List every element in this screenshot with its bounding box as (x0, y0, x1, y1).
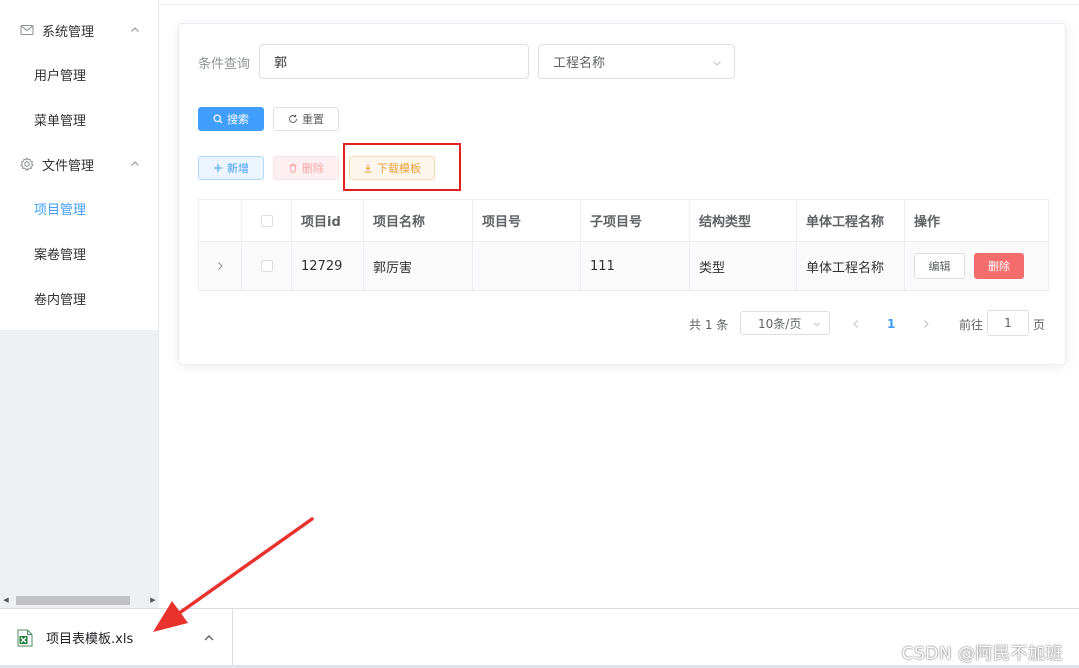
cell-actions: 编辑 删除 (905, 242, 1048, 290)
column-header: 项目号 (473, 200, 581, 241)
chevron-down-icon (813, 320, 821, 328)
column-header: 项目名称 (364, 200, 473, 241)
page-size-select[interactable]: 10条/页 (740, 311, 830, 335)
sidebar-item-volumes[interactable]: 卷内管理 (0, 276, 158, 321)
menu-group-system[interactable]: 系统管理 (0, 8, 158, 52)
sidebar-menu: 系统管理 用户管理 菜单管理 文件管理 项目管理 案卷管理 卷内管理 (0, 0, 158, 330)
cell-project-no (473, 242, 581, 290)
chevron-up-icon (130, 25, 140, 35)
sidebar: 系统管理 用户管理 菜单管理 文件管理 项目管理 案卷管理 卷内管理 ◀ ▶ (0, 0, 159, 608)
search-input[interactable] (259, 44, 529, 79)
scroll-right-icon[interactable]: ▶ (147, 592, 159, 608)
scrollbar-track[interactable] (12, 592, 147, 608)
search-label: 条件查询 (198, 57, 251, 72)
chevron-right-icon[interactable] (215, 261, 225, 271)
project-table: 项目id 项目名称 项目号 子项目号 结构类型 单体工程名称 操作 12729 … (198, 199, 1049, 291)
cell-project-id: 12729 (292, 242, 364, 290)
expand-column-header (199, 200, 242, 241)
edit-button[interactable]: 编辑 (914, 253, 965, 279)
sidebar-item-menus[interactable]: 菜单管理 (0, 97, 158, 142)
trash-icon (288, 163, 298, 173)
column-header: 子项目号 (581, 200, 690, 241)
sidebar-item-projects[interactable]: 项目管理 (0, 186, 158, 231)
header-divider (160, 0, 1079, 5)
select-all-cell[interactable] (242, 200, 292, 241)
chevron-up-icon (130, 159, 140, 169)
cell-structure-type: 类型 (690, 242, 797, 290)
reset-button-label: 重置 (302, 113, 324, 126)
search-field-select[interactable]: 工程名称 (538, 44, 735, 79)
cell-sub-project-no: 111 (581, 242, 690, 290)
column-header: 结构类型 (690, 200, 797, 241)
cell-unit-name: 单体工程名称 (797, 242, 905, 290)
cell-project-name: 郭厉害 (364, 242, 473, 290)
page-number-current[interactable]: 1 (887, 311, 895, 337)
chevron-down-icon (712, 58, 722, 68)
table-row: 12729 郭厉害 111 类型 单体工程名称 编辑 删除 (199, 242, 1048, 290)
sidebar-item-dossiers[interactable]: 案卷管理 (0, 231, 158, 276)
refresh-icon (288, 114, 298, 124)
select-all-checkbox[interactable] (260, 214, 273, 227)
plus-icon (213, 163, 223, 173)
prev-page-icon[interactable] (851, 311, 863, 337)
reset-button[interactable]: 重置 (273, 107, 339, 131)
column-header: 操作 (914, 215, 941, 230)
row-expand-cell[interactable] (199, 242, 242, 290)
sidebar-horizontal-scrollbar[interactable]: ◀ ▶ (0, 592, 159, 608)
watermark: CSDN @阿民不加班 (901, 644, 1063, 664)
excel-file-icon (17, 629, 33, 647)
scroll-left-icon[interactable]: ◀ (0, 592, 12, 608)
download-file-name: 项目表模板.xls (46, 632, 134, 647)
chevron-up-icon[interactable] (203, 632, 215, 644)
goto-page-input[interactable] (987, 310, 1029, 336)
search-icon (213, 114, 223, 124)
row-checkbox[interactable] (260, 260, 273, 272)
gear-icon (20, 157, 34, 171)
add-button-label: 新增 (227, 162, 249, 175)
goto-suffix: 页 (1033, 317, 1046, 332)
table-header-row: 项目id 项目名称 项目号 子项目号 结构类型 单体工程名称 操作 (199, 200, 1048, 242)
browser-download-bar: 项目表模板.xls CSDN @阿民不加班 (0, 608, 1079, 668)
row-select-cell[interactable] (242, 242, 292, 290)
batch-delete-button[interactable]: 删除 (273, 156, 339, 180)
scrollbar-thumb[interactable] (16, 596, 130, 605)
search-button[interactable]: 搜索 (198, 107, 264, 131)
batch-delete-button-label: 删除 (302, 162, 324, 175)
menu-group-files[interactable]: 文件管理 (0, 142, 158, 186)
mail-icon (20, 23, 34, 37)
sidebar-item-users[interactable]: 用户管理 (0, 52, 158, 97)
next-page-icon[interactable] (921, 311, 933, 337)
page-size-value: 10条/页 (758, 316, 802, 331)
search-button-label: 搜索 (227, 113, 249, 126)
add-button[interactable]: 新增 (198, 156, 264, 180)
row-delete-button[interactable]: 删除 (974, 253, 1024, 279)
annotation-highlight-box (343, 143, 461, 191)
goto-label: 前往 (959, 317, 984, 332)
project-management-card: 条件查询 工程名称 搜索 重置 新增 删除 下载模板 (178, 23, 1066, 365)
menu-group-label: 系统管理 (42, 24, 95, 40)
download-item[interactable]: 项目表模板.xls (0, 609, 233, 666)
column-header: 单体工程名称 (797, 200, 905, 241)
search-field-select-value: 工程名称 (553, 56, 606, 71)
pagination-total: 共 1 条 (689, 317, 729, 332)
menu-group-label: 文件管理 (42, 158, 95, 174)
column-header: 项目id (292, 200, 364, 241)
